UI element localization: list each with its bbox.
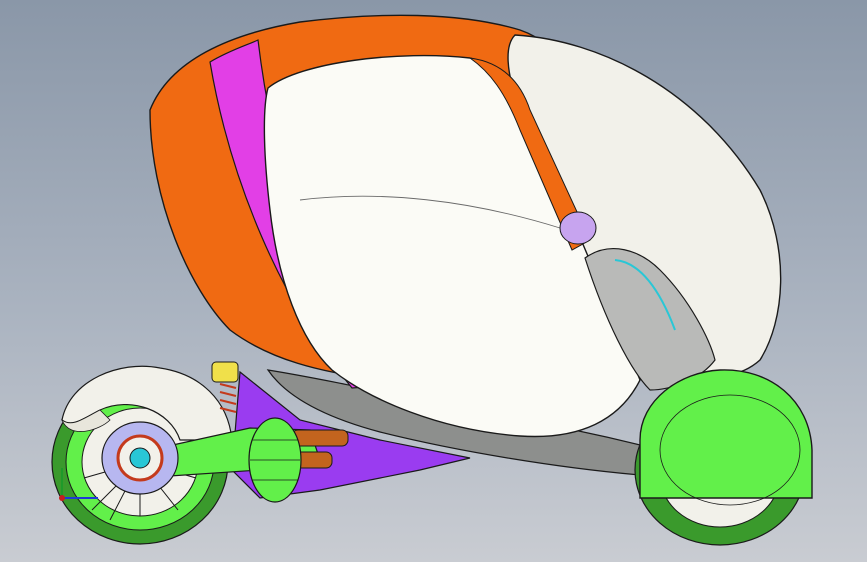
pivot-drum[interactable] bbox=[248, 417, 302, 503]
cad-graphics-viewport[interactable] bbox=[0, 0, 867, 562]
mirror-knob[interactable] bbox=[559, 211, 597, 245]
front-wheel[interactable] bbox=[634, 369, 813, 546]
vehicle-3d-model[interactable] bbox=[0, 0, 867, 562]
rear-hub[interactable] bbox=[101, 421, 179, 495]
triad-origin bbox=[59, 495, 65, 501]
suspension-top-yellow[interactable] bbox=[211, 361, 239, 383]
suspension-spring[interactable] bbox=[219, 383, 237, 413]
front-fender[interactable] bbox=[639, 369, 813, 499]
